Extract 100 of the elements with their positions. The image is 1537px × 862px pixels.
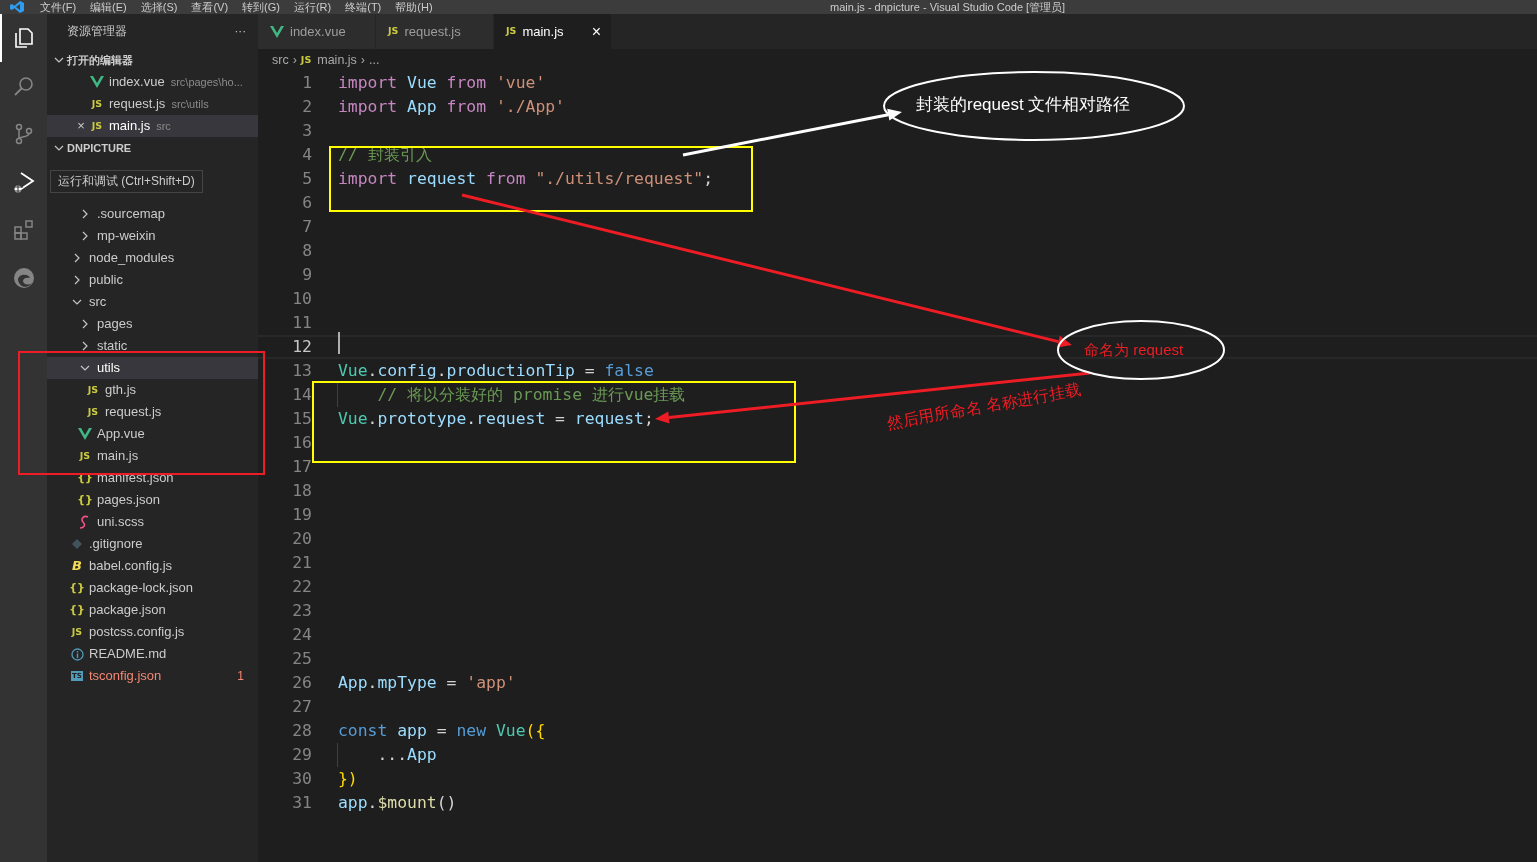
line-number: 16	[291, 431, 312, 454]
line-number: 24	[291, 623, 312, 646]
chevron-down-icon	[54, 143, 64, 153]
section-header[interactable]: 打开的编辑器	[47, 49, 258, 71]
sass-icon	[79, 515, 91, 529]
file-item[interactable]: JS main.js	[47, 445, 258, 467]
vue-icon	[78, 428, 92, 440]
code-line: import request from "./utils/request";	[338, 167, 713, 190]
file-name: .sourcemap	[97, 205, 165, 224]
close-button[interactable]: ×	[591, 19, 601, 44]
menu-item[interactable]: 文件(F)	[40, 0, 77, 14]
file-item[interactable]: B babel.config.js	[47, 555, 258, 577]
open-editor-item[interactable]: JS request.js src\utils	[47, 93, 258, 115]
menu-item[interactable]: 选择(S)	[140, 0, 178, 14]
file-item[interactable]: JS postcss.config.js	[47, 621, 258, 643]
file-item[interactable]: {} pages.json	[47, 489, 258, 511]
folder-item[interactable]: pages	[47, 313, 258, 335]
file-name: uni.scss	[97, 513, 144, 532]
chevron-right-icon	[80, 341, 90, 351]
menu-item[interactable]: 帮助(H)	[395, 0, 433, 14]
line-number: 27	[291, 695, 312, 718]
code-line: const app = new Vue({	[338, 719, 546, 742]
section-header[interactable]: DNPICTURE	[47, 137, 258, 159]
chevron-right-icon	[72, 275, 82, 285]
folder-item[interactable]: src	[47, 291, 258, 313]
open-editor-item[interactable]: index.vue src\pages\ho...	[47, 71, 258, 93]
folder-item[interactable]: public	[47, 269, 258, 291]
line-number: 11	[291, 311, 312, 334]
open-editor-item[interactable]: × JS main.js src	[47, 115, 258, 137]
tab-label: request.js	[404, 22, 461, 41]
folder-item[interactable]: node_modules	[47, 247, 258, 269]
chevron-down-icon	[72, 297, 82, 307]
line-number: 26	[291, 671, 312, 694]
line-number: 21	[291, 551, 312, 574]
line-number: 18	[291, 479, 312, 502]
js-file-icon: JS	[87, 404, 99, 420]
file-item[interactable]: .gitignore	[47, 533, 258, 555]
file-item[interactable]: {} package.json	[47, 599, 258, 621]
line-number: 29	[291, 743, 312, 766]
file-name: pages.json	[97, 491, 160, 510]
more-actions-button[interactable]: ···	[234, 22, 246, 41]
file-item[interactable]: {} package-lock.json	[47, 577, 258, 599]
breadcrumb-item[interactable]: ...	[369, 50, 380, 70]
editor-tab[interactable]: index.vue	[258, 14, 376, 49]
breadcrumb-item[interactable]: main.js	[317, 50, 357, 70]
file-path: src\utils	[171, 96, 209, 112]
vue-icon	[90, 76, 104, 88]
js-file-icon: JS	[388, 24, 399, 39]
file-name: pages	[97, 315, 133, 334]
file-name: tsconfig.json	[89, 667, 162, 686]
menu-item[interactable]: 运行(R)	[293, 0, 332, 14]
file-name: request.js	[109, 95, 166, 114]
js-file-icon: JS	[506, 24, 517, 39]
file-name: gth.js	[105, 381, 137, 400]
file-name: package.json	[89, 601, 166, 620]
breadcrumb-item[interactable]: src	[272, 50, 289, 70]
file-name: src	[89, 293, 107, 312]
annotation-text: 然后用所命名 名称进行挂载	[885, 379, 1083, 434]
editor-tab[interactable]: JS main.js ×	[494, 14, 612, 49]
line-number: 20	[291, 527, 312, 550]
folder-item[interactable]: mp-weixin	[47, 225, 258, 247]
line-number: 12	[291, 335, 312, 358]
file-item[interactable]: JS request.js	[47, 401, 258, 423]
file-name: utils	[97, 359, 121, 378]
babel-file-icon: B	[72, 556, 82, 576]
file-name: public	[89, 271, 123, 290]
sidebar-title: 资源管理器	[67, 23, 127, 39]
folder-item[interactable]: static	[47, 335, 258, 357]
window-title: main.js - dnpicture - Visual Studio Code [管理员]	[830, 0, 1066, 14]
line-number: 19	[291, 503, 312, 526]
folder-item[interactable]: utils	[47, 357, 258, 379]
code-line: import App from './App'	[338, 95, 565, 118]
menu-item[interactable]: 查看(V)	[191, 0, 229, 14]
json-file-icon: {}	[77, 491, 93, 509]
line-number: 3	[301, 119, 312, 142]
menu-item[interactable]: 终端(T)	[345, 0, 382, 14]
line-number: 17	[291, 455, 312, 478]
file-item[interactable]: JS gth.js	[47, 379, 258, 401]
js-file-icon: JS	[300, 52, 312, 68]
line-number: 13	[291, 359, 312, 382]
line-number: 2	[301, 95, 312, 118]
file-item[interactable]: uni.scss	[47, 511, 258, 533]
file-name: .gitignore	[89, 535, 143, 554]
menu-item[interactable]: 编辑(E)	[90, 0, 127, 14]
file-path: src	[156, 118, 171, 134]
json-file-icon: {}	[69, 579, 85, 597]
file-item[interactable]: App.vue	[47, 423, 258, 445]
js-file-icon: JS	[87, 382, 99, 398]
js-file-icon: JS	[91, 118, 103, 134]
problem-count: 1	[237, 668, 244, 685]
callout-text: 命名为 request	[1084, 340, 1184, 360]
close-button[interactable]: ×	[77, 116, 85, 136]
tab-label: main.js	[522, 22, 564, 41]
folder-item[interactable]: .sourcemap	[47, 203, 258, 225]
menu-item[interactable]: 转到(G)	[242, 0, 280, 14]
file-item[interactable]: README.md	[47, 643, 258, 665]
editor-tab[interactable]: JS request.js	[376, 14, 494, 49]
vue-icon	[270, 25, 284, 38]
file-name: node_modules	[89, 249, 175, 268]
line-number: 28	[291, 719, 312, 742]
